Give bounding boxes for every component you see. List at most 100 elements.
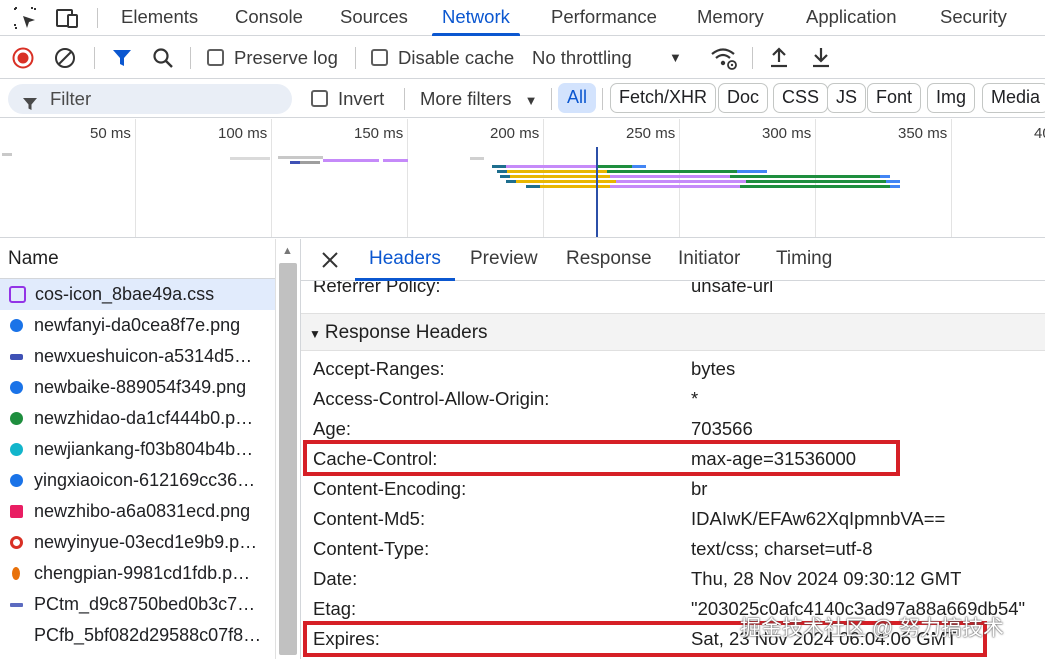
record-icon[interactable] [12, 47, 34, 69]
grid-line [135, 119, 136, 237]
waterfall-bar [610, 175, 730, 178]
watermark: 掘金技术社区 @ 努力搞技术 [740, 617, 1004, 640]
network-conditions-icon[interactable] [710, 45, 738, 71]
tab-elements[interactable]: Elements [121, 0, 198, 36]
header-value: bytes [691, 358, 736, 379]
waterfall-bar [300, 161, 320, 164]
tab-security[interactable]: Security [940, 0, 1007, 36]
request-row[interactable]: cos-icon_8bae49a.css [0, 279, 275, 310]
request-name: newzhidao-da1cf444b0.p… [34, 408, 254, 428]
request-row[interactable]: chengpian-9981cd1fdb.p… [0, 558, 275, 589]
request-row[interactable]: newzhibo-a6a0831ecd.png [0, 496, 275, 527]
tick-label: 100 ms [218, 125, 268, 142]
css-file-icon [9, 286, 26, 303]
more-filters-label: More filters [420, 88, 512, 109]
request-list-scrollbar[interactable]: ▲ [275, 239, 299, 659]
network-toolbar: Preserve log Disable cache No throttling… [0, 37, 1045, 79]
clear-icon[interactable] [54, 47, 76, 69]
filter-funnel-icon[interactable] [111, 47, 133, 69]
preserve-log-checkbox[interactable]: Preserve log [207, 37, 338, 79]
type-filter-fetch-xhr[interactable]: Fetch/XHR [610, 83, 717, 113]
type-filter-doc[interactable]: Doc [718, 83, 769, 113]
invert-checkbox[interactable]: Invert [311, 80, 384, 118]
type-filter-font[interactable]: Font [867, 83, 922, 113]
tab-network[interactable]: Network [432, 0, 520, 36]
header-key: Date: [313, 568, 358, 589]
request-row[interactable]: newxueshuicon-a5314d5… [0, 341, 275, 372]
tab-application[interactable]: Application [806, 0, 897, 36]
tab-sources[interactable]: Sources [340, 0, 408, 36]
waterfall-bar [737, 170, 767, 173]
devtools-tab-bar: Elements Console Sources Network Perform… [0, 0, 1045, 36]
tick-label: 40 [1034, 125, 1045, 142]
close-icon[interactable] [321, 251, 339, 274]
waterfall-bar [540, 185, 610, 188]
request-name: newzhibo-a6a0831ecd.png [34, 501, 251, 521]
request-row[interactable]: newfanyi-da0cea8f7e.png [0, 310, 275, 341]
header-key: Content-Type: [313, 538, 430, 559]
request-row[interactable]: newzhidao-da1cf444b0.p… [0, 403, 275, 434]
chevron-down-icon: ▼ [524, 93, 538, 108]
filter-icon [22, 91, 38, 121]
request-name: PCfb_5bf082d29588c07f8… [34, 625, 262, 645]
tab-initiator[interactable]: Initiator [678, 239, 740, 281]
preserve-log-label: Preserve log [234, 47, 338, 68]
header-value: * [691, 388, 699, 409]
tab-timing[interactable]: Timing [776, 239, 832, 281]
more-filters-dropdown[interactable]: More filters ▼ [420, 80, 538, 118]
response-headers-section-toggle[interactable]: ▼ Response Headers [301, 313, 1045, 351]
request-row[interactable]: newjiankang-f03b804b4b… [0, 434, 275, 465]
tab-response[interactable]: Response [566, 239, 652, 281]
request-name: newbaike-889054f349.png [34, 377, 247, 397]
details-tab-bar: Headers Preview Response Initiator Timin… [301, 239, 1045, 281]
timeline-overview[interactable]: 50 ms 100 ms 150 ms 200 ms 250 ms 300 ms… [0, 119, 1045, 238]
image-file-icon [10, 474, 23, 487]
waterfall-bar [470, 157, 484, 160]
image-file-icon [10, 319, 23, 332]
image-file-icon [10, 354, 23, 360]
throttling-select[interactable]: No throttling ▼ [532, 37, 682, 79]
export-har-icon[interactable] [810, 46, 832, 70]
grid-line [543, 119, 544, 237]
tab-memory[interactable]: Memory [697, 0, 764, 36]
grid-line [679, 119, 680, 237]
device-toolbar-icon[interactable] [54, 5, 80, 31]
name-column-header[interactable]: Name [0, 239, 275, 279]
request-row[interactable]: PCfb_5bf082d29588c07f8… [0, 620, 275, 651]
disable-cache-label: Disable cache [398, 47, 515, 68]
search-icon[interactable] [152, 47, 174, 69]
type-filter-all[interactable]: All [558, 83, 597, 113]
type-filter-js[interactable]: JS [827, 83, 867, 113]
waterfall-bar [290, 161, 300, 164]
throttling-value: No throttling [532, 47, 632, 68]
type-filter-img[interactable]: Img [927, 83, 976, 113]
waterfall-bar [500, 175, 510, 178]
request-row[interactable]: yingxiaoicon-612169cc36… [0, 465, 275, 496]
tab-headers[interactable]: Headers [355, 239, 455, 281]
waterfall-bar [492, 165, 506, 168]
scrollbar-thumb[interactable] [279, 263, 297, 655]
type-filter-media[interactable]: Media [982, 83, 1045, 113]
header-row: Date: Thu, 28 Nov 2024 09:30:12 GMT [301, 564, 1045, 594]
grid-line [815, 119, 816, 237]
section-title: Response Headers [324, 322, 488, 343]
scroll-up-icon[interactable]: ▲ [282, 245, 293, 257]
tab-performance[interactable]: Performance [551, 0, 657, 36]
disable-cache-checkbox[interactable]: Disable cache [371, 37, 514, 79]
type-filter-css[interactable]: CSS [773, 83, 829, 113]
filter-bar: Filter Invert More filters ▼ All Fetch/X… [0, 80, 1045, 118]
triangle-down-icon: ▼ [309, 327, 321, 341]
request-row[interactable]: newyinyue-03ecd1e9b9.p… [0, 527, 275, 558]
header-value: Thu, 28 Nov 2024 09:30:12 GMT [691, 568, 962, 589]
import-har-icon[interactable] [768, 46, 790, 70]
request-list: Name cos-icon_8bae49a.css newfanyi-da0ce… [0, 239, 300, 659]
header-value: br [691, 478, 708, 499]
inspect-element-icon[interactable] [12, 5, 38, 31]
request-row[interactable]: newbaike-889054f349.png [0, 372, 275, 403]
tab-console[interactable]: Console [235, 0, 303, 36]
tab-preview[interactable]: Preview [470, 239, 538, 281]
waterfall-bar [890, 185, 900, 188]
header-key: Etag: [313, 598, 357, 619]
request-row[interactable]: PCtm_d9c8750bed0b3c7… [0, 589, 275, 620]
filter-input[interactable]: Filter [8, 84, 292, 114]
